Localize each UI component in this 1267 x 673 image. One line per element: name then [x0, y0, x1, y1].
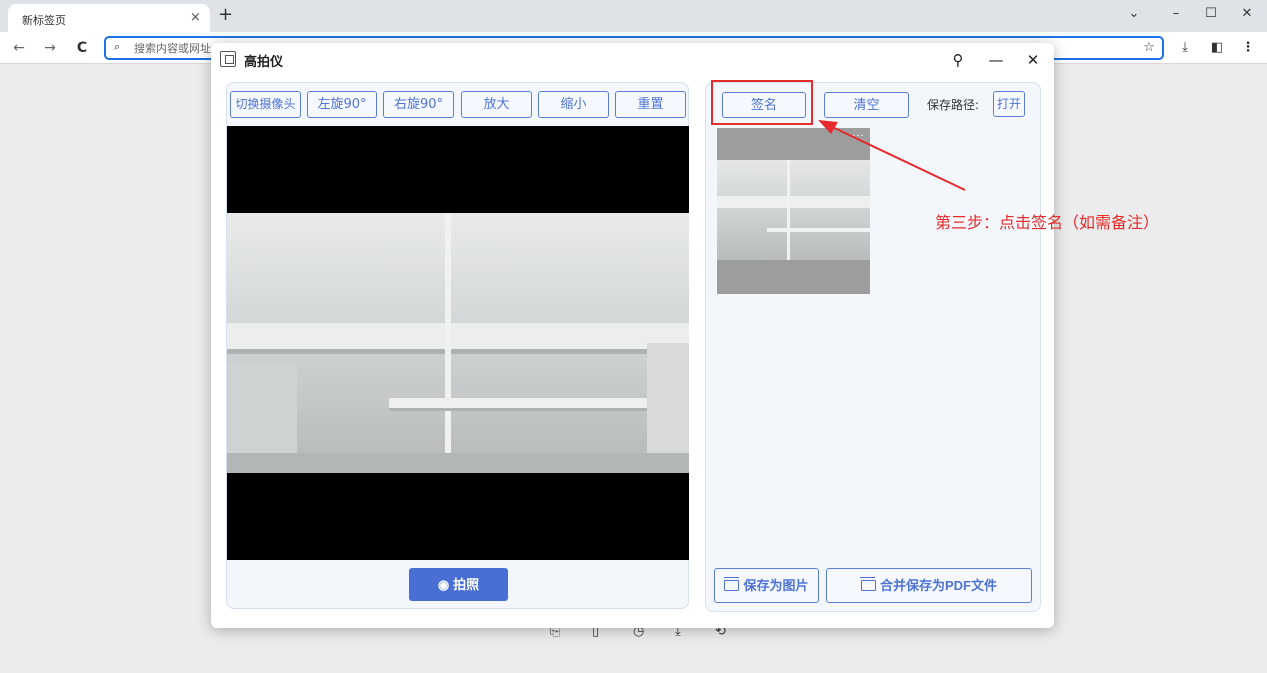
zoom-out-button[interactable]: 缩小 — [538, 91, 609, 118]
dialog-title: 高拍仪 — [244, 55, 284, 70]
capture-label: 拍照 — [453, 577, 480, 592]
browser-tab-bar: 新标签页 × + ⌄ – ☐ ✕ — [0, 0, 1267, 32]
pin-icon[interactable]: ⚲ — [946, 49, 970, 71]
back-arrow-icon[interactable]: ← — [9, 38, 29, 58]
dialog-close-button[interactable]: ✕ — [1021, 49, 1045, 71]
reset-button[interactable]: 重置 — [615, 91, 686, 118]
clear-button[interactable]: 清空 — [824, 92, 909, 118]
open-folder-button[interactable]: 打开 — [993, 91, 1025, 117]
save-as-image-label: 保存为图片 — [743, 578, 809, 593]
camera-preview — [227, 126, 689, 560]
window-close-button[interactable]: ✕ — [1233, 4, 1261, 24]
camera-live-image — [227, 213, 689, 473]
sidebar-icon[interactable]: ◧ — [1207, 39, 1227, 57]
rotate-right-button[interactable]: 右旋90° — [383, 91, 454, 118]
captured-thumbnail[interactable]: ··· — [717, 128, 870, 294]
folder-icon — [860, 577, 876, 591]
browser-tab[interactable]: 新标签页 × — [8, 4, 210, 32]
step-annotation: 第三步：点击签名（如需备注） — [935, 213, 1160, 232]
download-icon[interactable]: ⤓ — [1175, 39, 1195, 57]
save-path-label: 保存路径: — [927, 98, 980, 112]
menu-icon[interactable]: ⋮ — [1238, 39, 1258, 57]
thumbnail-image — [717, 160, 870, 260]
reload-icon[interactable]: C — [72, 38, 92, 58]
folder-icon — [723, 577, 740, 591]
sign-button-highlight — [711, 80, 813, 125]
save-as-image-button[interactable]: 保存为图片 — [714, 568, 819, 603]
merge-save-pdf-button[interactable]: 合并保存为PDF文件 — [826, 568, 1032, 603]
profile-chevron-icon[interactable]: ⌄ — [1120, 4, 1148, 24]
merge-save-pdf-label: 合并保存为PDF文件 — [879, 578, 997, 593]
window-minimize-button[interactable]: – — [1162, 4, 1190, 24]
search-icon: ⌕ — [114, 40, 121, 53]
dialog-minimize-button[interactable]: — — [984, 49, 1008, 71]
window-maximize-button[interactable]: ☐ — [1197, 4, 1225, 24]
camera-panel: 切换摄像头 左旋90° 右旋90° 放大 缩小 重置 ◉ 拍照 — [226, 82, 689, 609]
zoom-in-button[interactable]: 放大 — [461, 91, 532, 118]
camera-icon: ◉ — [437, 577, 450, 592]
forward-arrow-icon[interactable]: → — [40, 38, 60, 58]
document-camera-dialog: 高拍仪 ⚲ — ✕ 切换摄像头 左旋90° 右旋90° 放大 缩小 重置 ◉ 拍照 — [211, 43, 1054, 628]
bookmark-star-icon[interactable]: ☆ — [1139, 39, 1159, 57]
tab-title: 新标签页 — [22, 14, 66, 27]
capture-button[interactable]: ◉ 拍照 — [409, 568, 508, 601]
app-logo-icon — [220, 51, 236, 67]
tab-close-icon[interactable]: × — [190, 10, 201, 25]
switch-camera-button[interactable]: 切换摄像头 — [230, 91, 301, 118]
new-tab-button[interactable]: + — [218, 5, 233, 25]
rotate-left-button[interactable]: 左旋90° — [307, 91, 377, 118]
result-panel: 签名 清空 保存路径: 打开 ··· 保存为图片 合并保存为PDF文件 — [705, 82, 1041, 612]
thumbnail-menu-icon[interactable]: ··· — [852, 131, 865, 142]
